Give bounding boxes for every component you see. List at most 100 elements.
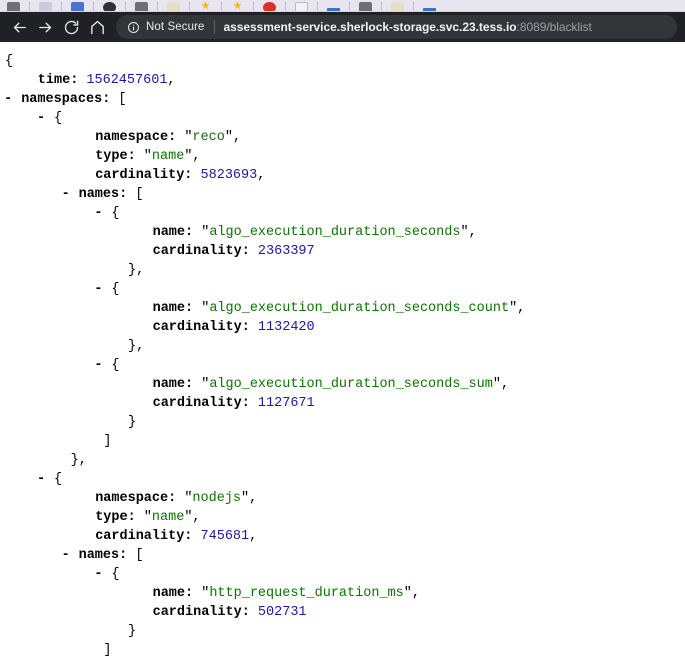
json-line: -{ [0,204,685,223]
json-key: namespace: [95,130,184,145]
json-line: } [0,622,685,641]
reload-icon[interactable] [58,14,84,40]
bookmark-favicon-icon[interactable] [359,2,372,12]
json-collapse-toggle[interactable]: - [94,565,102,584]
json-collapse-toggle[interactable]: - [4,90,12,109]
json-punctuation: } [128,415,136,430]
bookmark-separator [189,2,190,11]
json-punctuation: ] [103,643,111,658]
json-collapse-toggle[interactable]: - [37,109,45,128]
json-punctuation: { [5,54,13,69]
bookmark-favicon-icon[interactable] [423,8,436,12]
json-punctuation: , [469,225,477,240]
json-line: name: "http_request_duration_ms", [0,584,685,603]
json-key: name: [153,301,202,316]
address-bar[interactable]: Not Secure assessment-service.sherlock-s… [116,15,677,39]
json-string-value: nodejs [192,491,241,506]
bookmark-favicon-icon[interactable]: ★ [199,2,212,12]
json-key: type: [95,510,144,525]
json-line: name: "algo_execution_duration_seconds", [0,223,685,242]
bookmark-favicon-icon[interactable] [327,8,340,12]
json-quote: " [509,301,517,316]
json-key: cardinality: [153,244,258,259]
json-quote: " [144,149,152,164]
url-text[interactable]: assessment-service.sherlock-storage.svc.… [224,20,665,34]
json-punctuation: }, [128,339,144,354]
json-line: }, [0,451,685,470]
json-punctuation: , [501,377,509,392]
json-key: cardinality: [153,320,258,335]
json-line: -namespaces: [ [0,90,685,109]
json-collapse-toggle[interactable]: - [62,546,70,565]
json-line: ] [0,641,685,658]
json-punctuation: } [128,624,136,639]
bookmarks-bar[interactable]: ★★ [0,0,685,12]
json-line: cardinality: 5823693, [0,166,685,185]
bookmark-separator [93,2,94,11]
json-punctuation: { [111,206,119,221]
json-quote: " [241,491,249,506]
bookmark-separator [29,2,30,11]
json-line: namespace: "reco", [0,128,685,147]
json-string-value: algo_execution_duration_seconds_sum [209,377,493,392]
json-line: -{ [0,470,685,489]
json-key: name: [153,225,202,240]
json-collapse-toggle[interactable]: - [37,470,45,489]
info-circle-icon[interactable] [126,20,140,34]
json-number-value: 1562457601 [86,73,167,88]
json-line: type: "name", [0,508,685,527]
json-line: cardinality: 1132420 [0,318,685,337]
bookmark-favicon-icon[interactable] [167,2,180,12]
json-line: cardinality: 2363397 [0,242,685,261]
json-key: cardinality: [153,605,258,620]
json-string-value: name [152,149,184,164]
json-line: namespace: "nodejs", [0,489,685,508]
json-line: type: "name", [0,147,685,166]
bookmark-favicon-icon[interactable] [103,2,116,12]
bookmark-separator [61,2,62,11]
bookmark-favicon-icon[interactable] [391,2,404,12]
json-quote: " [404,586,412,601]
json-punctuation: [ [118,92,126,107]
forward-arrow-icon[interactable] [32,14,58,40]
json-number-value: 1127671 [258,396,315,411]
bookmark-favicon-icon[interactable] [263,2,276,12]
json-line: -{ [0,356,685,375]
json-punctuation: , [249,529,257,544]
home-icon[interactable] [84,14,110,40]
json-collapse-toggle[interactable]: - [62,185,70,204]
json-line: name: "algo_execution_duration_seconds_s… [0,375,685,394]
json-line: }, [0,261,685,280]
json-string-value: algo_execution_duration_seconds_count [209,301,509,316]
bookmark-favicon-icon[interactable] [295,2,308,12]
json-punctuation: { [111,567,119,582]
bookmark-favicon-icon[interactable] [71,2,84,12]
json-collapse-toggle[interactable]: - [94,280,102,299]
bookmark-separator [221,2,222,11]
bookmark-separator [253,2,254,11]
bookmark-favicon-icon[interactable] [39,2,52,12]
json-string-value: reco [192,130,224,145]
json-punctuation: { [54,111,62,126]
json-line: -names: [ [0,185,685,204]
omnibox-divider [214,20,215,34]
json-line: cardinality: 745681, [0,527,685,546]
back-arrow-icon[interactable] [6,14,32,40]
json-key: name: [153,586,202,601]
bookmark-favicon-icon[interactable]: ★ [231,2,244,12]
json-string-value: name [152,510,184,525]
json-quote: " [225,130,233,145]
json-punctuation: }, [128,263,144,278]
json-viewer: {time: 1562457601,-namespaces: [-{namesp… [0,42,685,658]
json-number-value: 745681 [201,529,250,544]
bookmark-favicon-icon[interactable] [7,2,20,12]
json-key: name: [153,377,202,392]
browser-chrome: ★★ [0,0,685,42]
bookmark-separator [349,2,350,11]
json-collapse-toggle[interactable]: - [94,204,102,223]
json-number-value: 5823693 [201,168,258,183]
security-status-label[interactable]: Not Secure [146,21,205,33]
json-punctuation: [ [135,187,143,202]
bookmark-favicon-icon[interactable] [135,2,148,12]
json-collapse-toggle[interactable]: - [94,356,102,375]
